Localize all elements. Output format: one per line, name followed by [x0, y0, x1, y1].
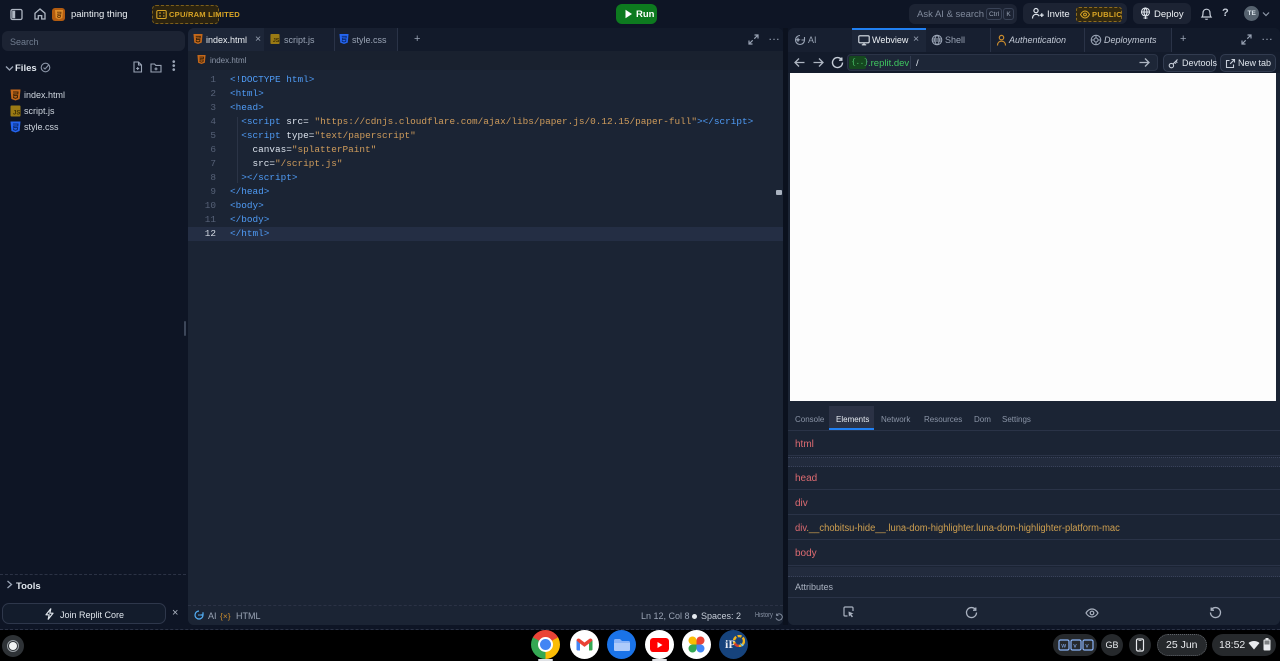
svg-text:v: v [1085, 643, 1089, 650]
svg-text:JS: JS [273, 38, 280, 44]
svg-text:w: w [1060, 643, 1066, 650]
svg-text:JS: JS [13, 111, 20, 117]
svg-text:v: v [1073, 643, 1077, 650]
